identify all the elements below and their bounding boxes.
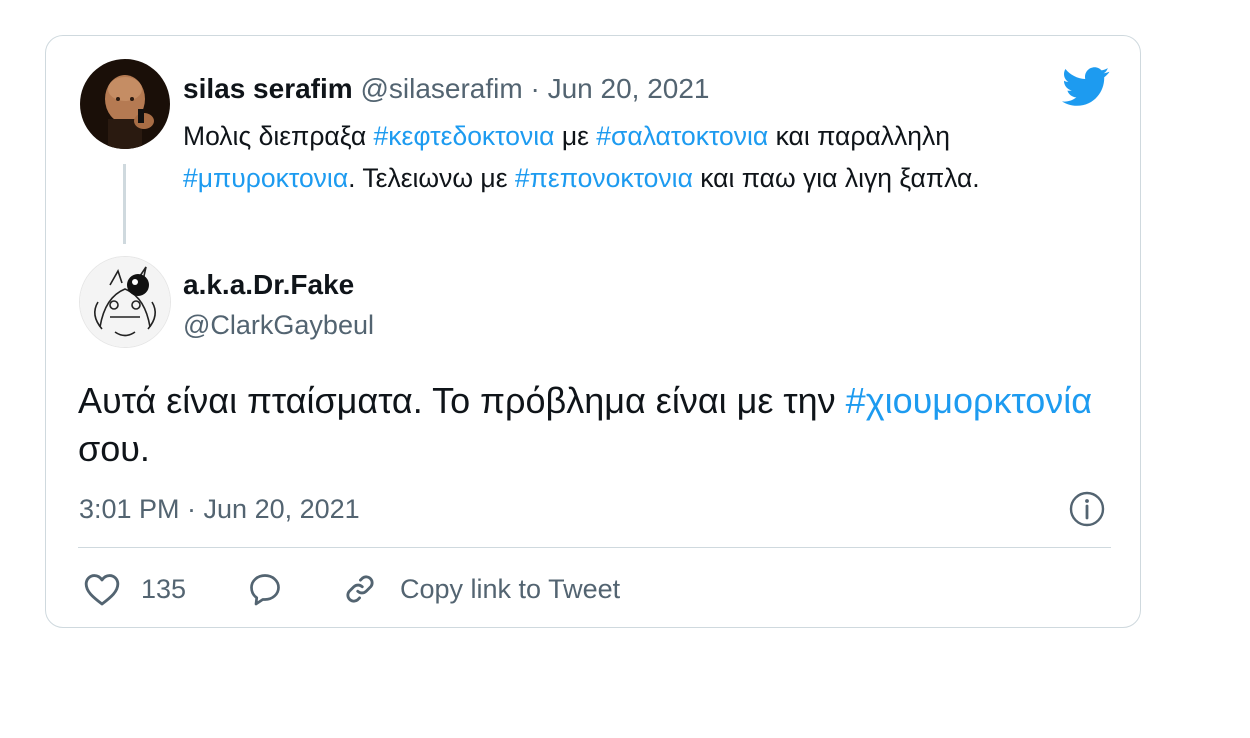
thread-connector-line xyxy=(123,164,126,244)
author-name[interactable]: a.k.a.Dr.Fake xyxy=(183,267,354,303)
reply-separator: · xyxy=(530,73,540,104)
author-handle[interactable]: @ClarkGaybeul xyxy=(183,307,374,343)
tweet-text-segment: σου. xyxy=(78,428,150,469)
hashtag-link[interactable]: #πεπονοκτονια xyxy=(515,163,693,193)
hashtag-link[interactable]: #σαλατοκτονια xyxy=(596,121,768,151)
tweet-text: Αυτά είναι πταίσματα. Το πρόβλημα είναι … xyxy=(78,377,1098,473)
reply-text-segment: και παω για λιγη ξαπλα. xyxy=(692,163,980,193)
reply-author-avatar[interactable] xyxy=(80,59,170,149)
info-icon[interactable] xyxy=(1068,490,1106,533)
reply-text-segment: με xyxy=(554,121,597,151)
tweet-card[interactable]: silas serafim @silaserafim · Jun 20, 202… xyxy=(45,35,1141,628)
like-count: 135 xyxy=(141,574,187,604)
tweet-timestamp[interactable]: 3:01 PM · Jun 20, 2021 xyxy=(79,491,360,527)
reply-text-segment: Μολις διεπραξα xyxy=(183,121,374,151)
reply-author-handle[interactable]: @silaserafim xyxy=(360,73,522,104)
author-avatar[interactable] xyxy=(79,256,171,348)
reply-header: silas serafim @silaserafim · Jun 20, 202… xyxy=(183,71,710,107)
like-button[interactable]: 135 xyxy=(83,571,186,607)
reply-date[interactable]: Jun 20, 2021 xyxy=(548,73,710,104)
hashtag-link[interactable]: #κεφτεδοκτονια xyxy=(374,121,555,151)
copy-link-button[interactable]: Copy link to Tweet xyxy=(342,571,620,607)
actions-divider xyxy=(78,547,1111,548)
reply-text-segment: και παραλληλη xyxy=(768,121,950,151)
reply-tweet-text: Μολις διεπραξα #κεφτεδοκτονια με #σαλατο… xyxy=(183,115,1113,199)
reply-button[interactable] xyxy=(247,571,283,607)
heart-icon[interactable] xyxy=(83,571,121,607)
copy-link-label: Copy link to Tweet xyxy=(400,574,621,604)
reply-bubble-icon[interactable] xyxy=(247,571,283,607)
twitter-bird-icon[interactable] xyxy=(1062,67,1110,112)
reply-text-segment: . Τελειωνω με xyxy=(348,163,515,193)
hashtag-link[interactable]: #μπυροκτονια xyxy=(183,163,348,193)
link-icon[interactable] xyxy=(342,571,378,607)
hashtag-link[interactable]: #χιουμορκτονία xyxy=(846,380,1092,421)
reply-author-name[interactable]: silas serafim xyxy=(183,73,353,104)
tweet-text-segment: Αυτά είναι πταίσματα. Το πρόβλημα είναι … xyxy=(78,380,846,421)
